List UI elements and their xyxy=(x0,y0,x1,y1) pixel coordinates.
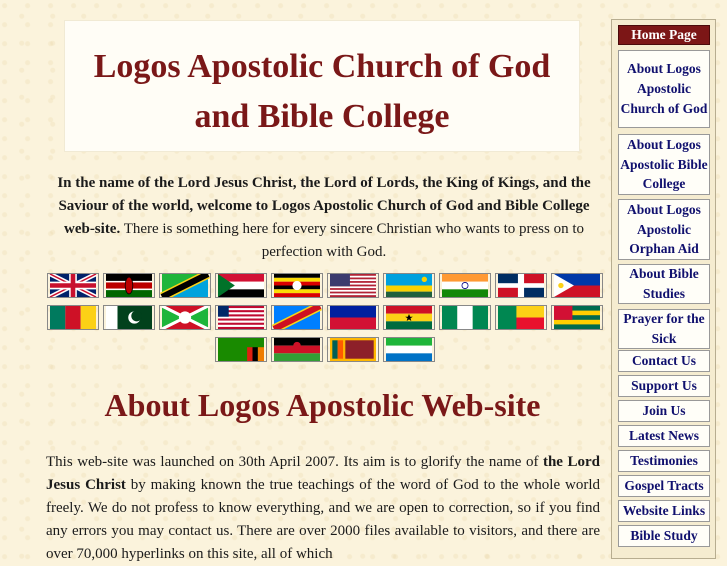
title-line-2: and Bible College xyxy=(194,98,450,135)
flag-zambia[interactable] xyxy=(215,337,267,362)
flag-united-kingdom[interactable] xyxy=(47,273,99,298)
flag-burundi[interactable] xyxy=(159,305,211,330)
about-paragraph: This web-site was launched on 30th April… xyxy=(46,451,600,566)
page-title: Logos Apostolic Church of God and Bible … xyxy=(64,42,580,142)
nav-testimonies[interactable]: Testimonies xyxy=(618,450,710,472)
flag-togo[interactable] xyxy=(551,305,603,330)
nav-support-us[interactable]: Support Us xyxy=(618,375,710,397)
nav-prayer-for-the-sick[interactable]: Prayer for the Sick xyxy=(618,309,710,349)
flag-liberia[interactable] xyxy=(215,305,267,330)
flag-kenya[interactable] xyxy=(103,273,155,298)
nav-about-logos-apostolic-orphan-aid[interactable]: About Logos Apostolic Orphan Aid xyxy=(618,199,710,260)
title-line-1: Logos Apostolic Church of God xyxy=(93,48,551,85)
nav-gospel-tracts[interactable]: Gospel Tracts xyxy=(618,475,710,497)
flag-united-states[interactable] xyxy=(327,273,379,298)
flag-ghana[interactable] xyxy=(383,305,435,330)
flag-sierra-leone[interactable] xyxy=(383,337,435,362)
about-text-a: This web-site was launched on 30th April… xyxy=(46,454,543,470)
flag-india[interactable] xyxy=(439,273,491,298)
flag-congo-dr[interactable] xyxy=(271,305,323,330)
flag-nigeria[interactable] xyxy=(439,305,491,330)
flag-rwanda[interactable] xyxy=(383,273,435,298)
nav-bible-study[interactable]: Bible Study xyxy=(618,525,710,547)
section-heading: About Logos Apostolic Web-site xyxy=(104,387,541,423)
title-banner: Logos Apostolic Church of God and Bible … xyxy=(64,20,580,152)
nav-join-us[interactable]: Join Us xyxy=(618,400,710,422)
flag-uganda[interactable] xyxy=(271,273,323,298)
flag-grid xyxy=(47,273,603,365)
welcome-text: In the name of the Lord Jesus Christ, th… xyxy=(50,172,598,264)
flag-malawi[interactable] xyxy=(271,337,323,362)
flag-cameroon[interactable] xyxy=(47,305,99,330)
flag-haiti[interactable] xyxy=(327,305,379,330)
flag-benin[interactable] xyxy=(495,305,547,330)
nav-website-links[interactable]: Website Links xyxy=(618,500,710,522)
nav-about-bible-studies[interactable]: About Bible Studies xyxy=(618,264,710,304)
flag-sudan[interactable] xyxy=(215,273,267,298)
nav-contact-us[interactable]: Contact Us xyxy=(618,350,710,372)
about-text-c: by making known the true teachings of th… xyxy=(46,477,600,562)
flag-tanzania[interactable] xyxy=(159,273,211,298)
flag-dominican-republic[interactable] xyxy=(495,273,547,298)
flag-sri-lanka[interactable] xyxy=(327,337,379,362)
nav-about-logos-apostolic-church-of-god[interactable]: About Logos Apostolic Church of God xyxy=(618,50,710,128)
nav-home-page[interactable]: Home Page xyxy=(618,25,710,45)
nav-about-logos-apostolic-bible-college[interactable]: About Logos Apostolic Bible College xyxy=(618,134,710,195)
flag-philippines[interactable] xyxy=(551,273,603,298)
welcome-normal: There is something here for every sincer… xyxy=(120,221,585,260)
flag-pakistan[interactable] xyxy=(103,305,155,330)
main-content: Logos Apostolic Church of God and Bible … xyxy=(0,0,610,562)
nav-latest-news[interactable]: Latest News xyxy=(618,425,710,447)
